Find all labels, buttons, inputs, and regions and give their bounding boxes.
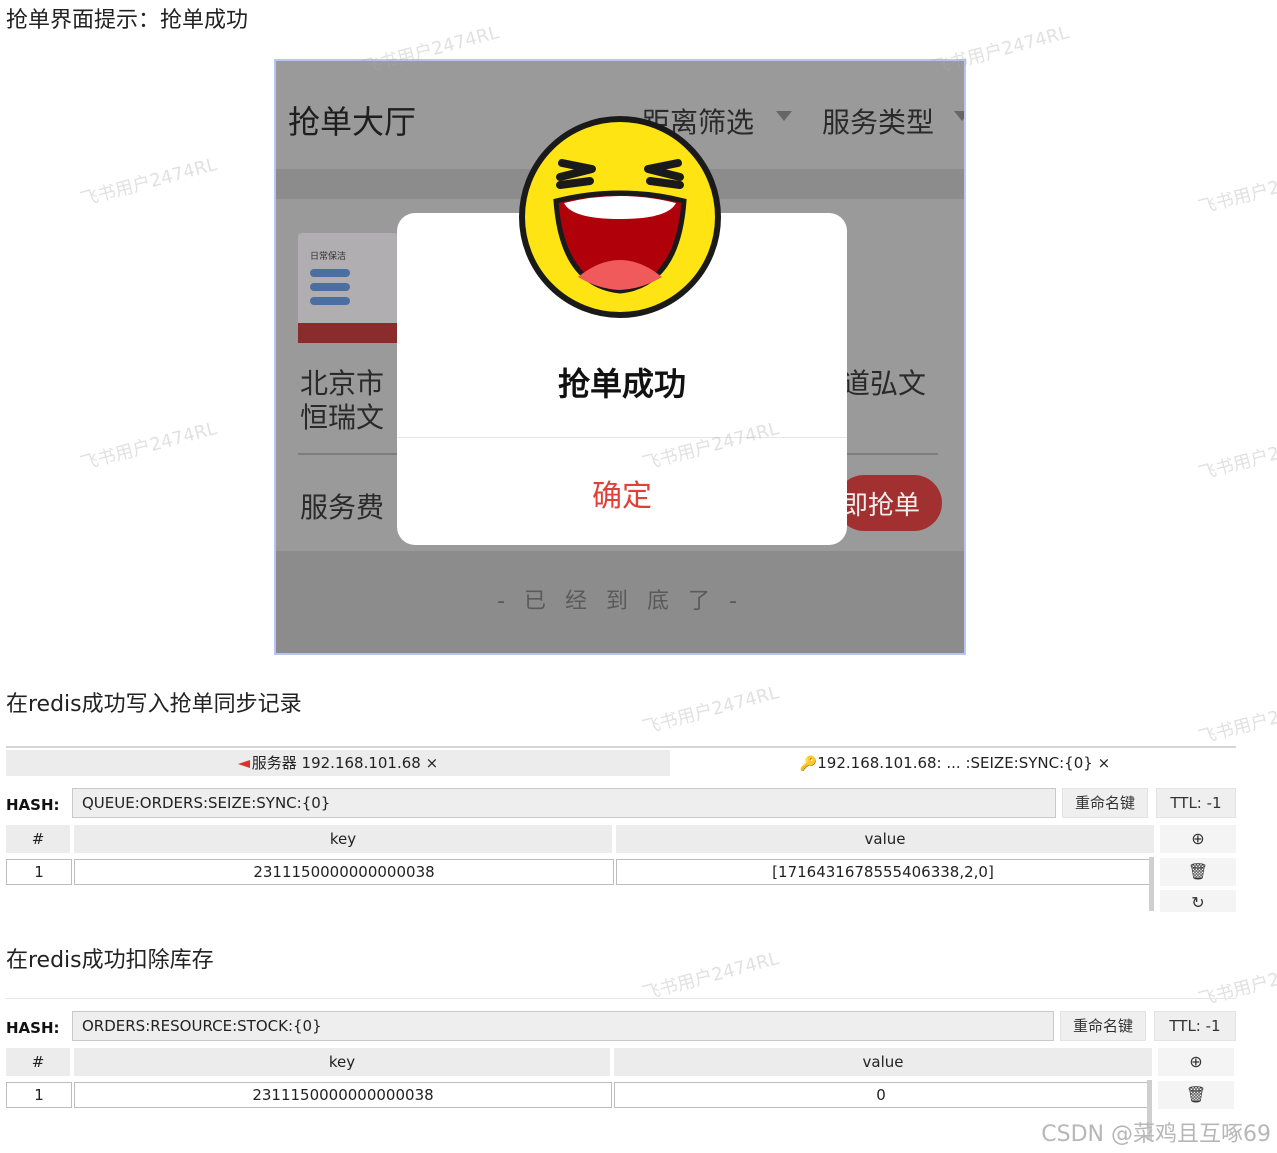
- rename-key-button[interactable]: 重命名键: [1062, 788, 1148, 818]
- tab-key-label: 192.168.101.68: ... :SEIZE:SYNC:{0}: [817, 754, 1093, 772]
- rename-key-button[interactable]: 重命名键: [1060, 1011, 1146, 1041]
- watermark-text: 飞书用户2474RL: [1196, 954, 1277, 1011]
- confirm-button[interactable]: 确定: [397, 471, 847, 515]
- laughing-emoji-icon: [519, 116, 721, 318]
- dialog-title: 抢单成功: [557, 365, 686, 403]
- watermark-text: 飞书用户2474RL: [640, 948, 782, 1005]
- thumbnail-price-bar: [298, 323, 398, 343]
- table-cell-key[interactable]: 2311150000000000038: [74, 859, 614, 885]
- service-fee-label: 服务费: [300, 491, 385, 524]
- card-address-1: 北京市: [300, 367, 385, 400]
- service-type-filter[interactable]: 服务类型: [822, 101, 934, 141]
- server-icon: [237, 759, 250, 768]
- tab-server-label: 服务器 192.168.101.68: [251, 754, 421, 772]
- column-header-value: value: [614, 1048, 1152, 1076]
- column-header-index: #: [6, 825, 70, 853]
- column-header-index: #: [6, 1048, 70, 1076]
- tab-bar: 服务器 192.168.101.68 × 🔑192.168.101.68: ..…: [6, 746, 1236, 776]
- hash-key-field[interactable]: ORDERS:RESOURCE:STOCK:{0}: [72, 1011, 1054, 1041]
- hash-label: HASH:: [6, 1019, 60, 1037]
- thumbnail-title: 日常保洁: [310, 252, 347, 262]
- watermark-text: 飞书用户2474RL: [78, 154, 220, 211]
- grab-order-label: 即抢单: [842, 491, 921, 521]
- watermark-text: 飞书用户2474RL: [1196, 162, 1277, 219]
- column-header-value: value: [616, 825, 1154, 853]
- tab-bar-border: [6, 746, 1236, 748]
- chevron-down-icon: [954, 111, 964, 121]
- watermark-text: 飞书用户2474RL: [1196, 692, 1277, 749]
- section-heading-1: 抢单界面提示：抢单成功: [6, 8, 249, 33]
- ttl-button[interactable]: TTL: -1: [1154, 1011, 1236, 1041]
- ttl-button[interactable]: TTL: -1: [1156, 788, 1236, 818]
- chevron-down-icon: [776, 111, 792, 121]
- hall-title: 抢单大厅: [288, 103, 417, 141]
- end-of-list-text: - 已 经 到 底 了 -: [497, 589, 743, 614]
- close-icon[interactable]: ×: [1098, 754, 1111, 772]
- key-icon: 🔑: [799, 756, 818, 772]
- delete-row-icon[interactable]: 🗑: [1158, 1081, 1234, 1109]
- close-icon[interactable]: ×: [426, 754, 439, 772]
- add-row-icon[interactable]: ⊕: [1160, 825, 1236, 853]
- reload-icon[interactable]: ↻: [1160, 890, 1236, 912]
- hash-label: HASH:: [6, 796, 60, 814]
- scrollbar[interactable]: [1149, 857, 1154, 911]
- column-header-key: key: [74, 1048, 610, 1076]
- table-cell-value[interactable]: [1716431678555406338,2,0]: [616, 859, 1150, 885]
- table-cell-key[interactable]: 2311150000000000038: [74, 1082, 612, 1108]
- delete-row-icon[interactable]: 🗑: [1160, 858, 1236, 886]
- add-row-icon[interactable]: ⊕: [1158, 1048, 1234, 1076]
- hash-key-field[interactable]: QUEUE:ORDERS:SEIZE:SYNC:{0}: [72, 788, 1056, 818]
- table-cell-value[interactable]: 0: [614, 1082, 1148, 1108]
- csdn-attribution: CSDN @菜鸡且互啄69: [1041, 1122, 1271, 1147]
- section-heading-2: 在redis成功写入抢单同步记录: [6, 692, 302, 717]
- table-cell-index: 1: [6, 859, 72, 885]
- watermark-text: 飞书用户2474RL: [640, 682, 782, 739]
- thumbnail-pill: [310, 269, 350, 277]
- grab-order-button[interactable]: 即抢单: [836, 475, 942, 531]
- thumbnail-pill: [310, 297, 350, 305]
- card-address-right: 道弘文: [842, 367, 927, 400]
- tab-server[interactable]: 服务器 192.168.101.68 ×: [6, 750, 670, 776]
- watermark-text: 飞书用户2474RL: [1196, 428, 1277, 485]
- section-divider: [6, 998, 1236, 999]
- thumbnail-pill: [310, 283, 350, 291]
- table-cell-index: 1: [6, 1082, 72, 1108]
- watermark-text: 飞书用户2474RL: [930, 22, 1072, 79]
- section-heading-3: 在redis成功扣除库存: [6, 948, 214, 973]
- column-header-key: key: [74, 825, 612, 853]
- tab-key[interactable]: 🔑192.168.101.68: ... :SEIZE:SYNC:{0} ×: [674, 750, 1236, 776]
- phone-screenshot: 抢单大厅 距离筛选 服务类型 日常保洁 北京市 恒瑞文 道弘文 服务费 即抢单 …: [274, 59, 966, 655]
- watermark-text: 飞书用户2474RL: [78, 418, 220, 475]
- card-address-2: 恒瑞文: [300, 401, 385, 434]
- service-thumbnail: 日常保洁: [298, 233, 398, 343]
